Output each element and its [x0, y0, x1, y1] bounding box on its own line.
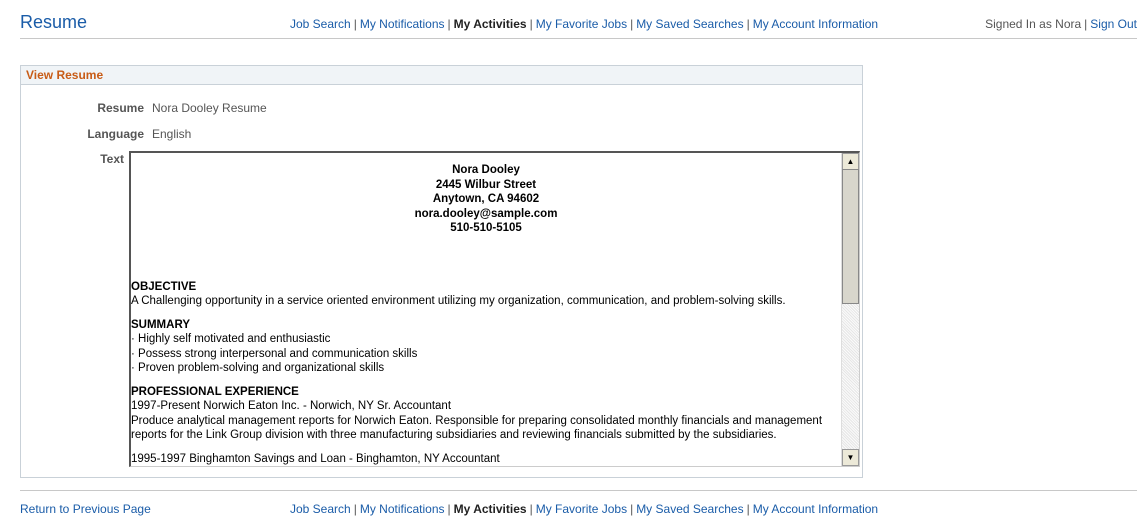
nav-my-account-information[interactable]: My Account Information	[753, 17, 878, 31]
experience-description: reports for the Link Group division with…	[131, 429, 777, 441]
resume-name: Nora Dooley	[452, 164, 520, 176]
signin-area: Signed In as Nora | Sign Out	[985, 17, 1137, 31]
resume-street: 2445 Wilbur Street	[435, 178, 537, 191]
experience-title: 1995-1997 Binghamton Savings and Loan - …	[131, 452, 500, 465]
nav-separator: |	[353, 17, 357, 31]
nav-separator: |	[447, 17, 451, 31]
resume-phone: 510-510-5105	[450, 222, 522, 234]
nav-my-activities[interactable]: My Activities	[454, 502, 527, 516]
nav-my-favorite-jobs[interactable]: My Favorite Jobs	[536, 502, 627, 516]
resume-label: Resume	[97, 101, 144, 115]
resume-text-content: Nora Dooley 2445 Wilbur Street Anytown, …	[131, 153, 841, 466]
nav-my-activities[interactable]: My Activities	[454, 17, 527, 31]
vertical-scrollbar[interactable]: ▲ ▼	[841, 153, 859, 466]
nav-separator: |	[746, 17, 750, 31]
summary-heading: SUMMARY	[131, 318, 190, 331]
summary-item: · Highly self motivated and enthusiastic	[131, 333, 331, 345]
view-resume-panel: View Resume Resume Nora Dooley Resume La…	[20, 65, 863, 478]
panel-title: View Resume	[21, 66, 862, 85]
nav-job-search[interactable]: Job Search	[290, 502, 351, 516]
nav-separator: |	[529, 17, 533, 31]
nav-separator: |	[447, 502, 451, 516]
signin-separator: |	[1084, 17, 1088, 31]
nav-my-notifications[interactable]: My Notifications	[360, 502, 445, 516]
nav-separator: |	[746, 502, 750, 516]
scroll-up-arrow-icon[interactable]: ▲	[842, 153, 859, 170]
nav-separator: |	[529, 502, 533, 516]
signed-in-text: Signed In as Nora	[985, 17, 1082, 31]
text-label: Text	[100, 152, 124, 166]
header-divider	[20, 38, 1137, 39]
page-title: Resume	[20, 12, 88, 32]
nav-separator: |	[630, 502, 634, 516]
experience-title: 1997-Present Norwich Eaton Inc. - Norwic…	[131, 400, 452, 412]
scroll-down-arrow-icon[interactable]: ▼	[842, 449, 859, 466]
top-navigation: Job Search | My Notifications | My Activitie…	[290, 17, 878, 31]
scroll-thumb[interactable]	[842, 169, 859, 304]
bottom-navigation: Job Search | My Notifications | My Activitie…	[290, 502, 878, 516]
resume-city: Anytown, CA 94602	[432, 193, 540, 205]
nav-my-favorite-jobs[interactable]: My Favorite Jobs	[536, 17, 627, 31]
nav-my-notifications[interactable]: My Notifications	[360, 17, 445, 31]
objective-text: A Challenging opportunity in a service o…	[131, 295, 786, 307]
resume-value: Nora Dooley Resume	[152, 101, 267, 115]
nav-separator: |	[353, 502, 357, 516]
nav-my-account-information[interactable]: My Account Information	[753, 502, 878, 516]
sign-out-link[interactable]: Sign Out	[1090, 17, 1137, 31]
summary-item: · Proven problem-solving and organizatio…	[131, 362, 385, 374]
resume-text-area[interactable]: Nora Dooley 2445 Wilbur Street Anytown, …	[129, 151, 860, 467]
nav-my-saved-searches[interactable]: My Saved Searches	[636, 502, 743, 516]
experience-heading: PROFESSIONAL EXPERIENCE	[131, 385, 299, 398]
language-label: Language	[87, 127, 144, 141]
footer-divider	[20, 490, 1137, 491]
language-value: English	[152, 127, 192, 141]
resume-email: nora.dooley@sample.com	[414, 207, 558, 220]
nav-separator: |	[630, 17, 634, 31]
nav-my-saved-searches[interactable]: My Saved Searches	[636, 17, 743, 31]
objective-heading: OBJECTIVE	[131, 280, 197, 293]
return-to-previous-page-link[interactable]: Return to Previous Page	[20, 502, 151, 516]
experience-description: Produce analytical management reports fo…	[131, 414, 823, 427]
nav-job-search[interactable]: Job Search	[290, 17, 351, 31]
summary-item: · Possess strong interpersonal and commu…	[131, 347, 418, 360]
